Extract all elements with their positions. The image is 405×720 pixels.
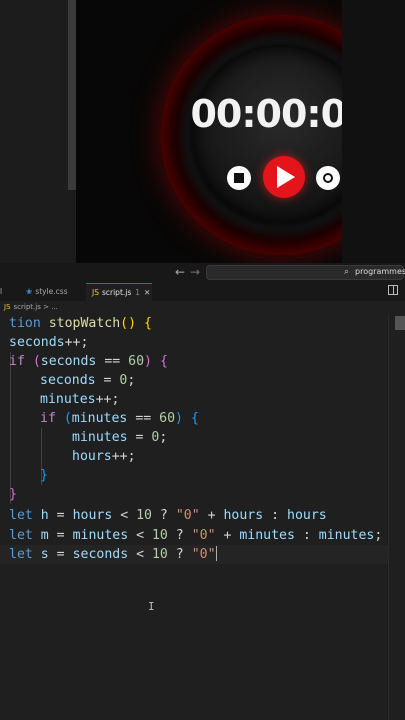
search-text: programmes <box>355 267 405 276</box>
js-file-icon: JS <box>4 303 11 311</box>
tab-label: l <box>0 287 3 296</box>
tab-label: style.css <box>35 287 68 296</box>
stop-button[interactable] <box>227 166 251 190</box>
mouse-text-cursor: I <box>148 600 155 613</box>
command-search-box[interactable]: ⌕ programmes <box>206 265 405 280</box>
tab-script-js[interactable]: JS script.js 1 ✕ <box>86 283 152 301</box>
code-line: minutes++; <box>40 392 120 407</box>
code-line: } <box>9 487 17 502</box>
preview-area: 00:00:00 <box>0 0 405 263</box>
css-file-icon: ❀ <box>26 287 33 296</box>
text-cursor <box>215 546 217 561</box>
code-line: } <box>40 468 48 483</box>
breadcrumb-file[interactable]: script.js <box>14 303 41 311</box>
split-editor-icon[interactable] <box>388 285 398 295</box>
title-bar: ← → ⌕ programmes <box>0 263 405 283</box>
code-line: hours++; <box>72 449 136 464</box>
back-arrow-icon[interactable]: ← <box>175 265 185 279</box>
scrollbar[interactable] <box>68 0 76 190</box>
forward-arrow-icon[interactable]: → <box>190 265 200 279</box>
breadcrumb-separator: > <box>43 303 49 311</box>
play-button[interactable] <box>263 156 305 198</box>
code-line: tion stopWatch() { <box>9 316 152 331</box>
preview-margin <box>342 0 405 263</box>
close-icon[interactable]: ✕ <box>144 288 150 297</box>
breadcrumb: JS script.js > ... <box>0 301 405 314</box>
editor-tabs: l ❀ style.css JS script.js 1 ✕ <box>0 283 405 302</box>
tab-label: script.js <box>101 288 132 297</box>
code-line-current: let s = seconds < 10 ? "0" <box>0 545 396 564</box>
search-icon: ⌕ <box>344 267 350 277</box>
code-line: let m = minutes < 10 ? "0" + minutes : m… <box>9 528 383 543</box>
code-line: let h = hours < 10 ? "0" + hours : hours <box>9 508 327 523</box>
code-editor[interactable]: tion stopWatch() { seconds++; if (second… <box>0 314 405 720</box>
reset-icon <box>323 173 333 183</box>
indent-guide <box>10 352 11 504</box>
code-line: seconds++; <box>9 335 89 350</box>
stop-icon <box>234 173 244 183</box>
breadcrumb-symbol[interactable]: ... <box>51 303 58 311</box>
code-line: if (minutes == 60) { <box>40 411 199 426</box>
tab-partial[interactable]: l <box>0 283 20 301</box>
code-line: if (seconds == 60) { <box>9 354 168 369</box>
browser-preview: 00:00:00 <box>76 0 401 263</box>
tab-style-css[interactable]: ❀ style.css <box>20 283 86 301</box>
code-line: seconds = 0; <box>40 373 136 388</box>
js-file-icon: JS <box>92 288 99 297</box>
minimap-slider[interactable] <box>395 316 405 330</box>
editor-background <box>0 0 72 263</box>
code-line: minutes = 0; <box>72 430 168 445</box>
reset-button[interactable] <box>316 166 340 190</box>
minimap[interactable] <box>388 314 405 720</box>
play-icon <box>277 166 295 188</box>
problem-count-badge: 1 <box>135 288 141 297</box>
